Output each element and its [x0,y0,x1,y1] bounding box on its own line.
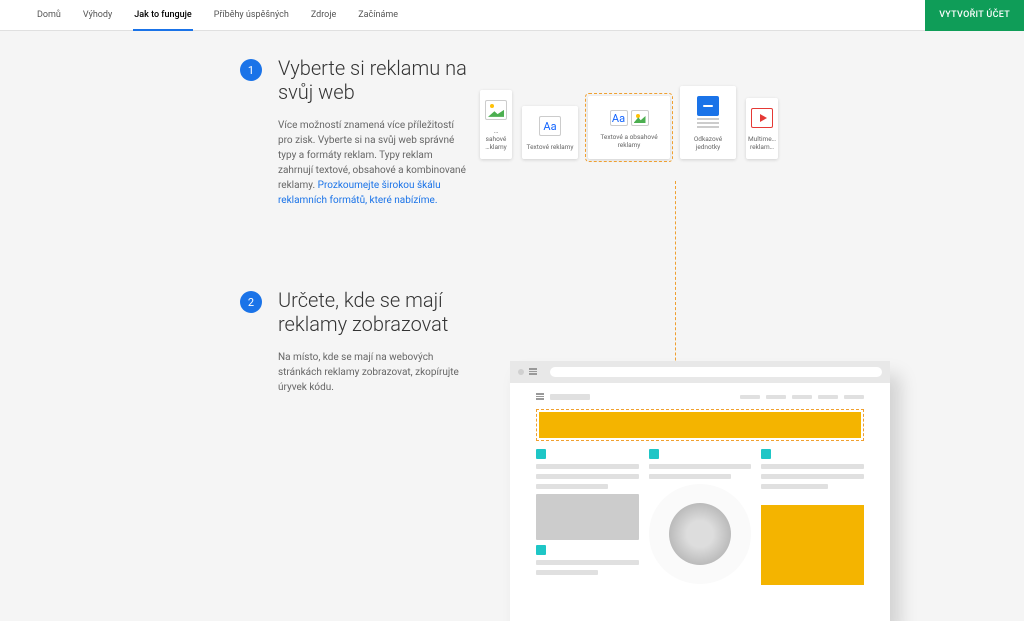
browser-body [510,383,890,595]
step-2-desc: Na místo, kde se mají na webových stránk… [278,350,468,395]
url-bar [550,367,882,377]
browser-mock [510,361,890,621]
menu-icon [529,368,537,376]
nav-how-it-works[interactable]: Jak to funguje [123,0,202,30]
step-1-desc: Více možností znamená více příležitostí … [278,118,468,208]
window-dot [518,369,524,375]
steps-column: 1 Vyberte si reklamu na svůj web Více mo… [0,31,500,560]
nav-benefits[interactable]: Výhody [72,0,123,30]
ad-card-text-display[interactable]: Aa Textové a obsahové reklamy [588,96,670,159]
image-icon [485,100,507,120]
selection-outline [585,93,673,162]
create-account-button[interactable]: VYTVOŘIT ÚČET [925,0,1024,31]
step-bullet-2: 2 [240,291,262,313]
browser-chrome [510,361,890,383]
step-bullet-1: 1 [240,59,262,81]
ad-card-display-partial[interactable]: …sahové …klamy [480,90,512,159]
top-nav: Domů Výhody Jak to funguje Příběhy úspěš… [0,0,1024,31]
ad-card-label: …sahové …klamy [484,127,508,151]
tag-icon [536,545,546,555]
nav-success-stories[interactable]: Příběhy úspěšných [203,0,300,30]
ad-format-cards: …sahové …klamy Aa Textové reklamy Aa Tex… [500,86,1024,159]
step-2: 2 Určete, kde se mají reklamy zobrazovat… [240,288,500,395]
illustration-column: …sahové …klamy Aa Textové reklamy Aa Tex… [500,31,1024,560]
ad-card-multimedia-partial[interactable]: Multime… reklam… [746,98,778,159]
step-2-title: Určete, kde se mají reklamy zobrazovat [278,288,468,336]
tag-icon [649,449,659,459]
tag-icon [761,449,771,459]
nav-home[interactable]: Domů [26,0,72,30]
ad-card-link-units[interactable]: Odkazové jednotky [680,86,736,159]
ad-card-text[interactable]: Aa Textové reklamy [522,106,578,159]
ad-slot-square [761,505,864,585]
page-content: 1 Vyberte si reklamu na svůj web Více mo… [0,0,1024,560]
hamburger-icon [536,393,544,401]
hero-image [649,484,752,584]
play-icon [751,108,773,128]
content-grid [536,449,864,585]
step-1: 1 Vyberte si reklamu na svůj web Více mo… [240,56,500,208]
step-1-title: Vyberte si reklamu na svůj web [278,56,468,104]
skeleton-line [550,394,590,400]
text-aa-icon: Aa [610,110,628,126]
ad-card-label: Textové reklamy [527,143,574,151]
nav-resources[interactable]: Zdroje [300,0,347,30]
image-icon [631,110,649,126]
tag-icon [536,449,546,459]
combo-icon: Aa [610,110,649,126]
ad-slot-banner [536,409,864,441]
nav-get-started[interactable]: Začínáme [347,0,409,30]
ad-card-label: Odkazové jednotky [684,135,732,151]
nav-items: Domů Výhody Jak to funguje Příběhy úspěš… [0,0,409,30]
link-icon [697,96,719,116]
ad-card-label: Textové a obsahové reklamy [594,133,664,149]
ad-card-label: Multime… reklam… [748,135,776,151]
thumbnail [536,494,639,540]
text-aa-icon: Aa [539,116,561,136]
